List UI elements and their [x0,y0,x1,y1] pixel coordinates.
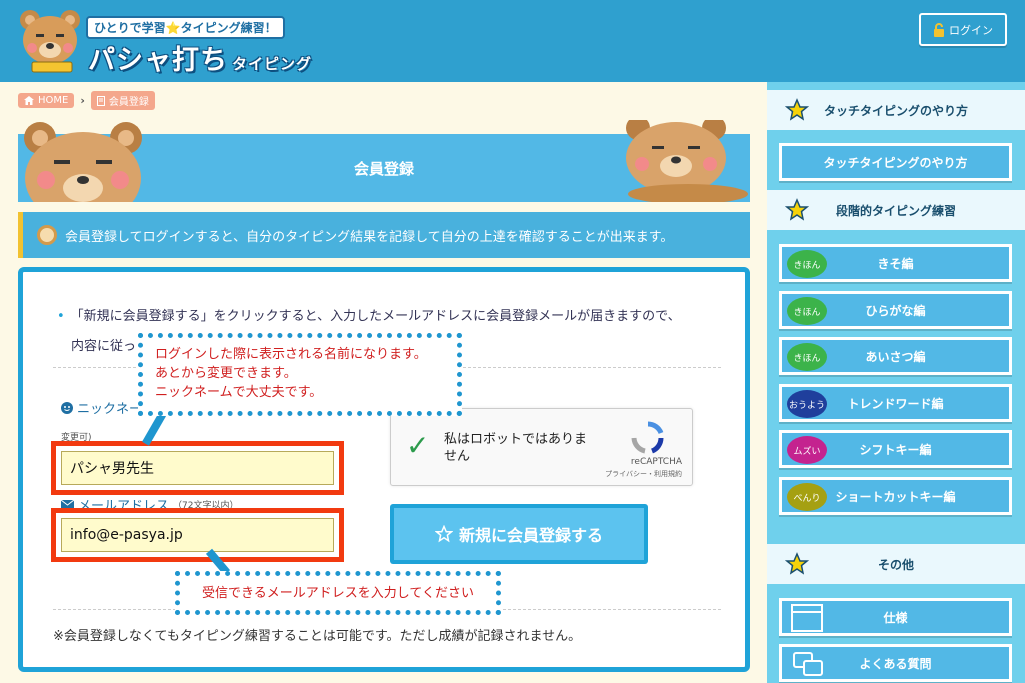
email-highlight: info@e-pasya.jp [51,508,344,562]
page-banner: 会員登録 [18,120,750,202]
sidebar-item-faq[interactable]: よくある質問 [779,644,1012,682]
sidebar-item-level[interactable]: きほん きそ編 [779,244,1012,282]
bullet-icon: • [57,309,65,324]
checkmark-icon[interactable]: ✓ [406,429,429,462]
recaptcha-terms-link[interactable]: プライバシー・利用規約 [605,469,682,479]
recaptcha-widget[interactable]: ✓ 私はロボットではありません reCAPTCHA プライバシー・利用規約 [390,408,693,486]
home-icon [24,96,34,105]
level-badge: ムズい [787,436,827,464]
recaptcha-text: 私はロボットではありません [444,432,588,464]
breadcrumb-home[interactable]: HOME [18,93,75,108]
lock-icon [934,22,944,37]
level-badge: きほん [787,250,827,278]
sidebar-section-steps: 段階的タイピング練習 [767,190,1025,230]
breadcrumb-current[interactable]: 会員登録 [90,91,155,110]
sidebar-item-level[interactable]: おうよう トレンドワード編 [779,384,1012,422]
register-label: 新規に会員登録する [458,526,603,545]
smile-icon [61,401,73,414]
site-header: ひとりで学習⭐タイピング練習！ パシャ打ち タイピング ログイン [0,0,1025,82]
footer-note: ※会員登録しなくてもタイピング練習することは可能です。ただし成績が記録されません… [53,629,582,644]
login-label: ログイン [949,23,993,37]
sidebar-item-spec[interactable]: 仕様 [779,598,1012,636]
recaptcha-brand: reCAPTCHA [630,457,682,467]
spec-icon [791,604,823,632]
level-badge: おうよう [787,390,827,418]
site-tagline: ひとりで学習⭐タイピング練習！ [86,16,285,39]
level-badge: きほん [787,343,827,371]
login-button[interactable]: ログイン [919,13,1007,46]
bear-right-illustration [626,120,748,202]
recaptcha-logo-icon [631,421,664,454]
site-logo[interactable]: パシャ打ち タイピング [88,38,312,77]
nickname-input[interactable]: パシャ男先生 [61,451,334,485]
sidebar-item-level[interactable]: きほん あいさつ編 [779,337,1012,375]
breadcrumb: HOME › 会員登録 [18,91,155,110]
nickname-label: ニックネー [61,398,142,417]
info-text: 会員登録してログインすると、自分のタイピング結果を記録して自分の上達を確認するこ… [65,229,674,245]
document-icon [96,95,105,106]
sidebar-item-level[interactable]: ムズい シフトキー編 [779,430,1012,468]
sidebar-item-level[interactable]: きほん ひらがな編 [779,291,1012,329]
email-input[interactable]: info@e-pasya.jp [61,518,334,552]
star-outline-icon [434,525,453,543]
sidebar-section-touch: タッチタイピングのやり方 [767,90,1025,130]
level-badge: きほん [787,297,827,325]
sidebar: タッチタイピングのやり方 タッチタイピングのやり方 段階的タイピング練習 きほん… [767,82,1025,683]
sidebar-item-level[interactable]: べんり ショートカットキー編 [779,477,1012,515]
sidebar-item-touch-typing[interactable]: タッチタイピングのやり方 [779,143,1012,181]
bear-face-icon [37,225,57,245]
register-button[interactable]: 新規に会員登録する [390,504,648,564]
nickname-callout: ログインした際に表示される名前になります。 あとから変更できます。 ニックネーム… [138,333,462,416]
chevron-right-icon: › [80,94,85,107]
email-callout: 受信できるメールアドレスを入力してください [175,571,501,615]
bear-left-illustration [24,122,142,202]
bear-mascot-icon [20,10,80,73]
faq-icon [793,652,823,676]
nickname-highlight: パシャ男先生 [51,441,344,495]
level-badge: べんり [787,483,827,511]
info-bar: 会員登録してログインすると、自分のタイピング結果を記録して自分の上達を確認するこ… [18,212,750,258]
sidebar-section-other: その他 [767,544,1025,584]
